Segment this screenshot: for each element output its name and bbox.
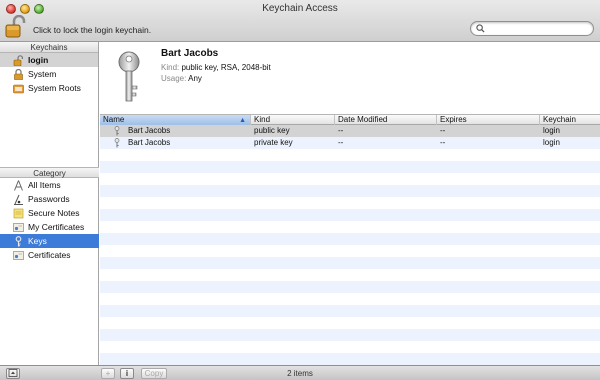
cell-expires: -- <box>440 126 446 135</box>
column-header-label: Keychain <box>543 115 576 124</box>
table-row[interactable]: Bart Jacobs public key -- -- login <box>100 125 600 137</box>
cell-expires: -- <box>440 138 446 147</box>
items-table[interactable]: Name ▲ Kind Date Modified Expires Keycha… <box>100 115 600 365</box>
item-name: Bart Jacobs <box>161 48 219 59</box>
sidebar-item-secure-notes[interactable]: Secure Notes <box>0 206 99 220</box>
column-header-date-modified[interactable]: Date Modified <box>335 115 437 125</box>
password-icon <box>14 194 23 205</box>
column-header-label: Date Modified <box>338 115 388 124</box>
key-icon <box>118 51 140 102</box>
column-header-keychain[interactable]: Keychain <box>540 115 600 125</box>
window-title: Keychain Access <box>262 3 338 14</box>
keychains-header: Keychains <box>0 42 98 53</box>
item-count-status: 2 items <box>287 369 313 378</box>
copy-button[interactable]: Copy <box>141 368 167 379</box>
certificate-icon <box>13 251 24 260</box>
sidebar-item-label: Certificates <box>28 250 71 260</box>
all-items-icon <box>14 180 23 191</box>
sidebar: Keychains login System System Roots Cate… <box>0 42 99 365</box>
column-header-expires[interactable]: Expires <box>437 115 540 125</box>
cell-kind: private key <box>254 138 293 147</box>
title-bar: Keychain Access Click to lock the login … <box>0 0 600 42</box>
cell-keychain: login <box>543 126 560 135</box>
sidebar-item-passwords[interactable]: Passwords <box>0 192 99 206</box>
lock-keychain-button[interactable] <box>4 14 30 39</box>
sidebar-item-all-items[interactable]: All Items <box>0 178 99 192</box>
column-header-kind[interactable]: Kind <box>251 115 335 125</box>
cell-name-text: Bart Jacobs <box>128 126 171 135</box>
padlock-icon <box>14 69 23 80</box>
toggle-sidebar-button[interactable] <box>6 368 20 379</box>
category-section: Category All Items Passwords Secure Note… <box>0 167 99 262</box>
sidebar-item-label: Keys <box>28 236 47 246</box>
column-header-label: Expires <box>440 115 467 124</box>
cell-name: Bart Jacobs <box>100 125 251 137</box>
sidebar-item-system-roots[interactable]: System Roots <box>0 81 98 95</box>
usage-value: Any <box>188 74 202 83</box>
table-row[interactable]: Bart Jacobs private key -- -- login <box>100 137 600 149</box>
cell-date-modified: -- <box>338 126 344 135</box>
cell-date-modified: -- <box>338 138 344 147</box>
sidebar-item-label: System Roots <box>28 83 81 93</box>
lock-status-text[interactable]: Click to lock the login keychain. <box>33 25 151 35</box>
certificate-icon <box>13 223 24 232</box>
bottom-bar: + i Copy 2 items <box>0 365 600 380</box>
cell-name-text: Bart Jacobs <box>128 138 171 147</box>
sidebar-item-label: System <box>28 69 57 79</box>
table-header: Name ▲ Kind Date Modified Expires Keycha… <box>100 115 600 125</box>
sidebar-item-label: Passwords <box>28 194 70 204</box>
column-header-label: Kind <box>254 115 271 124</box>
padlock-open-icon <box>13 55 23 66</box>
eject-icon <box>8 369 18 377</box>
sidebar-item-label: login <box>28 55 49 65</box>
column-header-name[interactable]: Name ▲ <box>100 115 251 125</box>
note-icon <box>13 208 24 219</box>
sidebar-item-my-certificates[interactable]: My Certificates <box>0 220 99 234</box>
item-usage-row: Usage: Any <box>161 74 202 83</box>
key-icon <box>114 126 120 136</box>
cell-kind: public key <box>254 126 290 135</box>
sidebar-item-login[interactable]: login <box>0 53 98 67</box>
sidebar-item-system[interactable]: System <box>0 67 98 81</box>
kind-label: Kind: <box>161 63 180 72</box>
item-kind-row: Kind: public key, RSA, 2048-bit <box>161 63 271 72</box>
search-field[interactable] <box>470 21 594 36</box>
sidebar-item-label: Secure Notes <box>28 208 80 218</box>
key-icon <box>114 138 120 148</box>
key-icon <box>15 236 22 247</box>
padlock-open-icon <box>5 14 26 38</box>
column-header-label: Name <box>103 115 125 124</box>
search-icon <box>476 24 485 33</box>
folder-icon <box>13 84 24 94</box>
category-header: Category <box>0 167 99 178</box>
cell-name: Bart Jacobs <box>100 137 251 149</box>
sidebar-item-keys[interactable]: Keys <box>0 234 99 248</box>
get-info-button[interactable]: i <box>120 368 134 379</box>
kind-value: public key, RSA, 2048-bit <box>181 63 271 72</box>
usage-label: Usage: <box>161 74 187 83</box>
sidebar-item-certificates[interactable]: Certificates <box>0 248 99 262</box>
sidebar-item-label: My Certificates <box>28 222 85 232</box>
add-item-button[interactable]: + <box>101 368 115 379</box>
item-info-pane: Bart Jacobs Kind: public key, RSA, 2048-… <box>100 42 600 115</box>
search-input[interactable] <box>487 23 587 34</box>
sidebar-item-label: All Items <box>28 180 61 190</box>
cell-keychain: login <box>543 138 560 147</box>
